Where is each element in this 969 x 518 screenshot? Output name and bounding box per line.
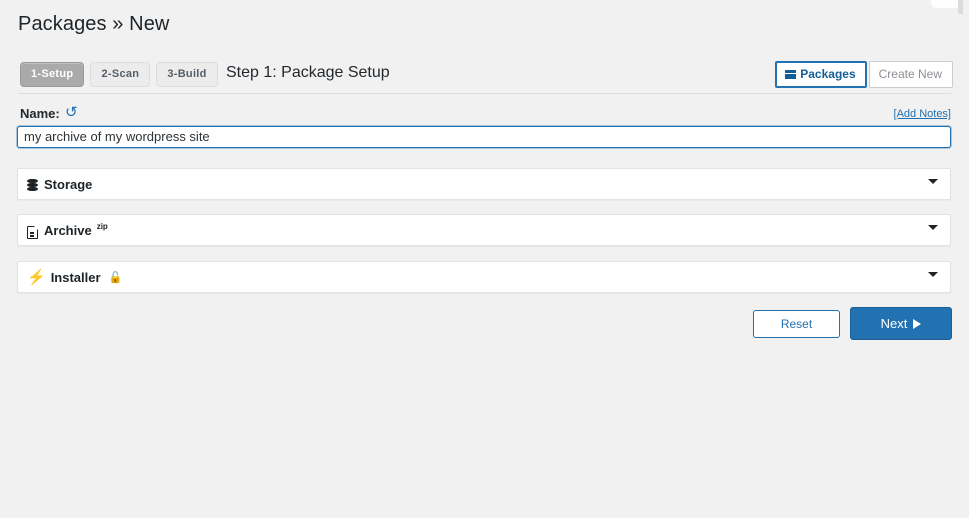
panel-installer-label: Installer bbox=[50, 270, 101, 285]
packages-button-label: Packages bbox=[800, 67, 856, 81]
create-new-button[interactable]: Create New bbox=[868, 61, 953, 88]
lightning-bolt-icon: ⚡ bbox=[27, 269, 46, 286]
step-tab-setup[interactable]: 1-Setup bbox=[20, 62, 85, 87]
panel-storage[interactable]: Storage bbox=[17, 168, 951, 200]
window-scrollbar-track[interactable] bbox=[958, 0, 963, 14]
header-row: 1-Setup 2-Scan 3-Build Step 1: Package S… bbox=[0, 58, 969, 94]
footer-actions: Reset Next bbox=[753, 307, 952, 340]
step-tab-build[interactable]: 3-Build bbox=[156, 62, 218, 87]
panel-storage-title: Storage bbox=[27, 176, 92, 193]
reset-button[interactable]: Reset bbox=[753, 309, 840, 338]
name-label: Name: bbox=[20, 106, 60, 121]
chevron-down-icon[interactable] bbox=[928, 225, 938, 230]
database-stack-icon bbox=[27, 179, 38, 192]
page-title: Packages » New bbox=[18, 13, 170, 35]
panel-installer-title: ⚡ Installer 🔓 bbox=[27, 269, 122, 286]
step-tab-scan[interactable]: 2-Scan bbox=[90, 62, 151, 87]
next-button[interactable]: Next bbox=[850, 307, 952, 340]
step-heading: Step 1: Package Setup bbox=[226, 64, 390, 81]
packages-button[interactable]: Packages bbox=[775, 61, 867, 88]
add-notes-link[interactable]: [Add Notes] bbox=[894, 106, 951, 122]
window-scroll-nub bbox=[931, 0, 961, 8]
panel-archive-title: Archive zip bbox=[27, 222, 108, 239]
panel-installer[interactable]: ⚡ Installer 🔓 bbox=[17, 261, 951, 293]
packages-icon bbox=[785, 69, 797, 79]
header-divider bbox=[18, 93, 951, 94]
panel-archive-format: zip bbox=[96, 222, 108, 231]
file-document-icon bbox=[27, 226, 38, 239]
chevron-down-icon[interactable] bbox=[928, 179, 938, 184]
package-name-input[interactable] bbox=[17, 126, 951, 148]
step-tabs: 1-Setup 2-Scan 3-Build bbox=[20, 62, 218, 87]
panel-archive-label: Archive bbox=[44, 223, 92, 238]
chevron-down-icon[interactable] bbox=[928, 272, 938, 277]
panel-archive[interactable]: Archive zip bbox=[17, 214, 951, 246]
panel-storage-label: Storage bbox=[44, 177, 93, 192]
header-actions: Packages Create New bbox=[775, 61, 953, 88]
unlocked-padlock-icon[interactable]: 🔓 bbox=[109, 270, 123, 287]
undo-rotate-icon[interactable]: ↻ bbox=[65, 104, 78, 121]
play-triangle-icon bbox=[913, 318, 922, 329]
next-button-label: Next bbox=[880, 316, 908, 331]
name-row: Name: ↻ [Add Notes] bbox=[20, 104, 951, 124]
